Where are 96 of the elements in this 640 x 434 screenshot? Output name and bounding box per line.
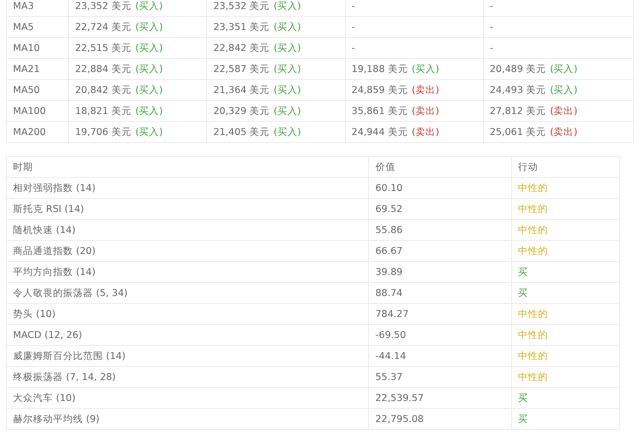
price-value: 23,532 美元 — [213, 0, 270, 12]
price-value: 20,329 美元 — [213, 106, 270, 116]
price-value: - — [352, 42, 355, 54]
signal-label: (买入) — [135, 42, 163, 54]
action-label: 中性的 — [518, 350, 548, 362]
period-label: MA5 — [13, 22, 34, 32]
action-label: 中性的 — [518, 204, 548, 214]
indicator-value: 69.52 — [375, 204, 403, 214]
indicator-value: 55.37 — [375, 372, 403, 382]
price-value: 20,842 美元 — [75, 84, 132, 96]
price-value: 24,944 美元 — [352, 126, 408, 138]
indicator-name: 终极振荡器 (7, 14, 28) — [13, 372, 116, 382]
price-value: - — [490, 0, 494, 12]
indicator-name: 威廉姆斯百分比范围 (14) — [13, 350, 126, 362]
signal-label: (买入) — [550, 84, 578, 96]
price-value: 22,587 美元 — [213, 64, 270, 74]
period-label: MA200 — [13, 126, 46, 138]
indicator-value: 22,795.08 — [375, 414, 424, 424]
period-label: MA50 — [13, 84, 40, 96]
signal-label: (买入) — [135, 22, 163, 32]
price-value: 25,061 美元 — [490, 126, 546, 138]
indicator-value: -69.50 — [375, 330, 406, 340]
signal-label: (卖出) — [412, 126, 440, 138]
period-label: MA3 — [13, 0, 34, 12]
price-value: 20,489 美元 — [490, 64, 546, 74]
signal-label: (买入) — [274, 84, 301, 96]
action-label: 中性的 — [518, 330, 548, 340]
indicator-name: 大众汽车 (10) — [13, 392, 76, 404]
indicator-value: -44.14 — [375, 350, 406, 362]
price-value: 21,405 美元 — [213, 126, 270, 138]
signal-label: (买入) — [274, 106, 301, 116]
action-label: 中性的 — [518, 182, 548, 194]
price-value: 19,188 美元 — [352, 64, 408, 74]
price-value: - — [352, 22, 355, 32]
period-label: MA21 — [13, 64, 40, 74]
indicator-value: 88.74 — [375, 288, 403, 298]
indicator-value: 60.10 — [375, 182, 403, 194]
indicator-value: 66.67 — [375, 246, 403, 256]
indicator-value: 22,539.57 — [375, 392, 424, 404]
price-value: 24,859 美元 — [352, 84, 408, 96]
indicator-name: 相对强弱指数 (14) — [13, 182, 96, 194]
price-value: 23,352 美元 — [75, 0, 132, 12]
signal-label: (买入) — [274, 0, 301, 12]
signal-label: (买入) — [274, 42, 301, 54]
indicator-name: 商品通道指数 (20) — [13, 246, 96, 256]
indicator-name: 赫尔移动平均线 (9) — [13, 414, 100, 424]
action-label: 中性的 — [518, 372, 548, 382]
signal-label: (卖出) — [412, 106, 440, 116]
column-header: 行动 — [518, 162, 538, 172]
price-value: 24,493 美元 — [490, 84, 546, 96]
signal-label: (买入) — [135, 64, 163, 74]
signal-label: (买入) — [274, 22, 301, 32]
signal-label: (买入) — [135, 0, 163, 12]
price-value: 22,724 美元 — [75, 22, 132, 32]
signal-label: (买入) — [135, 126, 163, 138]
indicator-name: 斯托克 RSI (14) — [13, 204, 84, 214]
action-label: 中性的 — [518, 224, 548, 236]
price-value: 22,884 美元 — [75, 64, 132, 74]
price-value: 23,351 美元 — [213, 22, 270, 32]
signal-label: (买入) — [274, 64, 301, 74]
price-value: 21,364 美元 — [213, 84, 270, 96]
action-label: 买 — [518, 414, 528, 424]
price-value: - — [490, 42, 494, 54]
period-label: MA100 — [13, 106, 46, 116]
price-value: 19,706 美元 — [75, 126, 132, 138]
indicator-value: 784.27 — [375, 308, 409, 320]
period-label: MA10 — [13, 42, 40, 54]
indicator-name: 平均方向指数 (14) — [13, 266, 96, 278]
action-label: 买 — [518, 392, 528, 404]
action-label: 中性的 — [518, 246, 548, 256]
action-label: 中性的 — [518, 308, 548, 320]
indicator-name: 令人敬畏的振荡器 (5, 34) — [13, 288, 128, 298]
indicator-value: 55.86 — [375, 224, 403, 236]
action-label: 买 — [518, 288, 528, 298]
signal-label: (买入) — [412, 64, 440, 74]
price-value: - — [352, 0, 355, 12]
signal-label: (买入) — [135, 84, 163, 96]
signal-label: (买入) — [274, 126, 301, 138]
indicator-name: 随机快速 (14) — [13, 224, 76, 236]
signal-label: (买入) — [550, 64, 578, 74]
signal-label: (买入) — [135, 106, 163, 116]
price-value: 22,515 美元 — [75, 42, 132, 54]
signal-label: (卖出) — [550, 126, 578, 138]
price-value: - — [490, 22, 494, 32]
column-header: 价值 — [375, 162, 396, 172]
price-value: 27,812 美元 — [490, 106, 546, 116]
column-header: 时期 — [13, 162, 33, 172]
indicator-value: 39.89 — [375, 266, 403, 278]
indicator-name: 势头 (10) — [13, 308, 56, 320]
price-value: 18,821 美元 — [75, 106, 132, 116]
indicator-name: MACD (12, 26) — [13, 330, 82, 340]
price-value: 22,842 美元 — [213, 42, 270, 54]
price-value: 35,861 美元 — [352, 106, 408, 116]
signal-label: (卖出) — [550, 106, 578, 116]
action-label: 买 — [518, 266, 528, 278]
signal-label: (卖出) — [412, 84, 440, 96]
